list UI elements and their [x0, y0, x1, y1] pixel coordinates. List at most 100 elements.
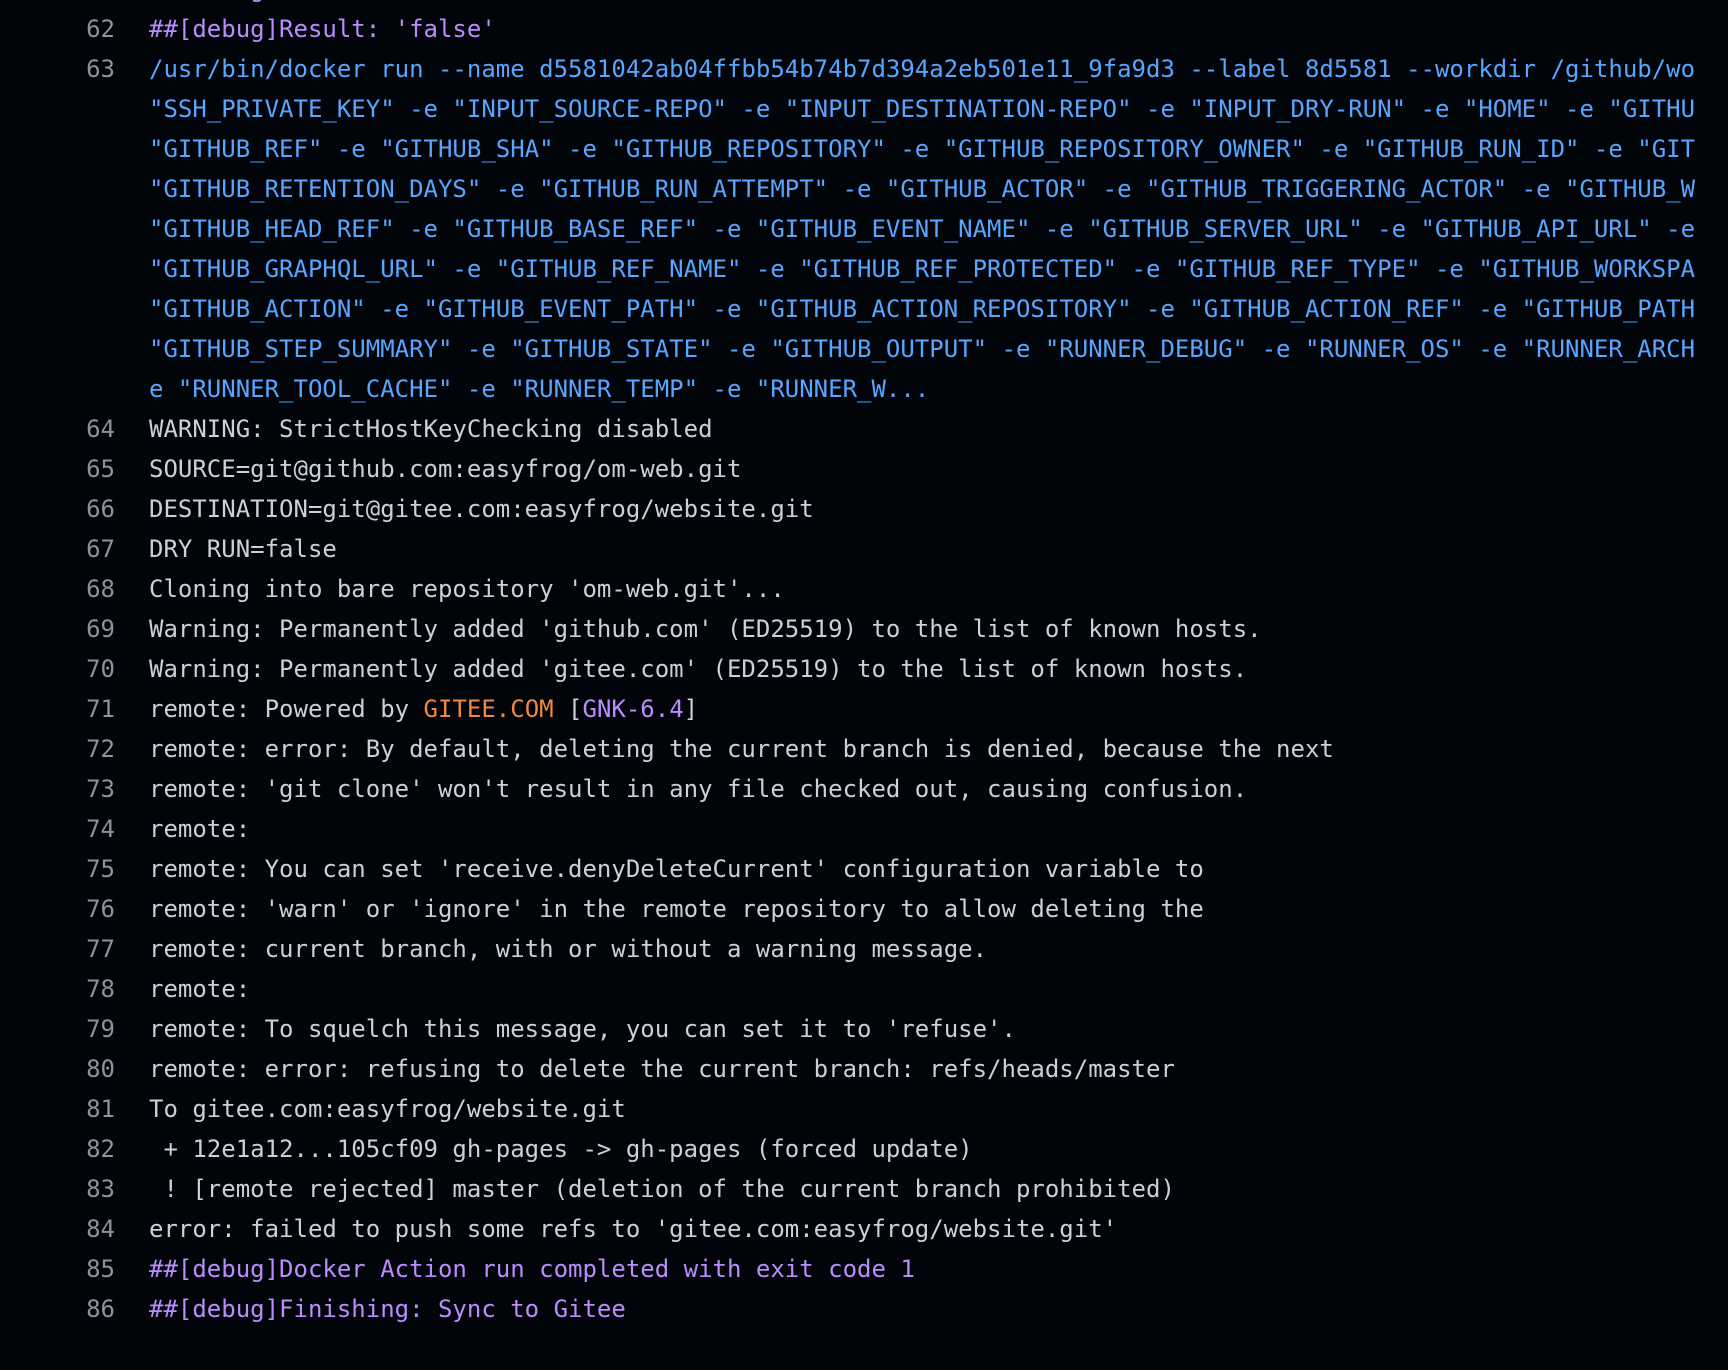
line-number-link[interactable]: 76 — [0, 889, 115, 929]
log-line-text: "GITHUB_STEP_SUMMARY" -e "GITHUB_STATE" … — [149, 329, 1695, 369]
log-line-text: Cloning into bare repository 'om-web.git… — [149, 569, 785, 609]
log-line: 80 remote: error: refusing to delete the … — [0, 1049, 1728, 1089]
log-lines: 61 ##[debug]=> 'false' 62 ##[debug]Result: … — [0, 0, 1728, 1329]
log-text-segment: GNK-6.4 — [582, 695, 684, 723]
line-number-link[interactable]: 83 — [0, 1169, 115, 1209]
line-number-link[interactable]: 64 — [0, 409, 115, 449]
line-number-link[interactable]: 72 — [0, 729, 115, 769]
log-text-segment: remote: 'git clone' won't result in any … — [149, 775, 1248, 803]
log-line-text: "GITHUB_RETENTION_DAYS" -e "GITHUB_RUN_A… — [149, 169, 1695, 209]
line-number-link[interactable]: 86 — [0, 1289, 115, 1329]
log-line: 71 remote: Powered by GITEE.COM [GNK-6.4] — [0, 689, 1728, 729]
log-line-text: Warning: Permanently added 'github.com' … — [149, 609, 1262, 649]
line-number-link[interactable]: 74 — [0, 809, 115, 849]
log-line-text: + 12e1a12...105cf09 gh-pages -> gh-pages… — [149, 1129, 973, 1169]
log-text-segment: DESTINATION=git@gitee.com:easyfrog/websi… — [149, 495, 814, 523]
line-number-link[interactable]: 77 — [0, 929, 115, 969]
log-text-segment: remote: — [149, 815, 251, 843]
log-line: 79 remote: To squelch this message, you c… — [0, 1009, 1728, 1049]
line-number-link[interactable]: 61 — [0, 0, 115, 9]
log-line-text: remote: — [149, 969, 250, 1009]
line-number-link[interactable]: 82 — [0, 1129, 115, 1169]
log-line: "GITHUB_STEP_SUMMARY" -e "GITHUB_STATE" … — [0, 329, 1728, 369]
log-line-text: "GITHUB_REF" -e "GITHUB_SHA" -e "GITHUB_… — [149, 129, 1695, 169]
log-text-segment: remote: 'warn' or 'ignore' in the remote… — [149, 895, 1204, 923]
log-text-segment: [ — [553, 695, 583, 723]
line-number-link[interactable]: 70 — [0, 649, 115, 689]
log-line-text: remote: 'warn' or 'ignore' in the remote… — [149, 889, 1204, 929]
line-number-link[interactable]: 62 — [0, 9, 115, 49]
log-line: 69 Warning: Permanently added 'github.com… — [0, 609, 1728, 649]
log-text-segment: WARNING: StrictHostKeyChecking disabled — [149, 415, 713, 443]
line-number-link[interactable]: 66 — [0, 489, 115, 529]
log-line: 85 ##[debug]Docker Action run completed w… — [0, 1249, 1728, 1289]
log-line-text: ##[debug]Docker Action run completed wit… — [149, 1249, 915, 1289]
log-text-segment: "GITHUB_GRAPHQL_URL" -e "GITHUB_REF_NAME… — [149, 255, 1696, 283]
log-line-text: remote: Powered by GITEE.COM [GNK-6.4] — [149, 689, 698, 729]
line-number-link — [0, 89, 115, 129]
line-number-link[interactable]: 84 — [0, 1209, 115, 1249]
log-line: 62 ##[debug]Result: 'false' — [0, 9, 1728, 49]
log-text-segment: remote: — [149, 975, 251, 1003]
log-line-text: "SSH_PRIVATE_KEY" -e "INPUT_SOURCE-REPO"… — [149, 89, 1695, 129]
log-line: 66 DESTINATION=git@gitee.com:easyfrog/web… — [0, 489, 1728, 529]
log-text-segment: "GITHUB_RETENTION_DAYS" -e "GITHUB_RUN_A… — [149, 175, 1696, 203]
log-line-text: SOURCE=git@github.com:easyfrog/om-web.gi… — [149, 449, 741, 489]
line-number-link[interactable]: 69 — [0, 609, 115, 649]
line-number-link[interactable]: 65 — [0, 449, 115, 489]
log-text-segment: ##[debug]Docker Action run completed wit… — [149, 1255, 915, 1283]
log-text-segment: "GITHUB_REF" -e "GITHUB_SHA" -e "GITHUB_… — [149, 135, 1696, 163]
log-line-text: DESTINATION=git@gitee.com:easyfrog/websi… — [149, 489, 814, 529]
log-line-text: remote: 'git clone' won't result in any … — [149, 769, 1247, 809]
line-number-link[interactable]: 71 — [0, 689, 115, 729]
log-line-text: remote: You can set 'receive.denyDeleteC… — [149, 849, 1204, 889]
line-number-link[interactable]: 79 — [0, 1009, 115, 1049]
line-number-link[interactable]: 73 — [0, 769, 115, 809]
log-line-text: ##[debug]Finishing: Sync to Gitee — [149, 1289, 626, 1329]
log-line-text: ! [remote rejected] master (deletion of … — [149, 1169, 1175, 1209]
log-text-segment: ##[debug]Finishing: Sync to Gitee — [149, 1295, 626, 1323]
log-text-segment: Cloning into bare repository 'om-web.git… — [149, 575, 785, 603]
log-line-text: WARNING: StrictHostKeyChecking disabled — [149, 409, 713, 449]
log-line-text: DRY RUN=false — [149, 529, 337, 569]
log-line: 82 + 12e1a12...105cf09 gh-pages -> gh-pa… — [0, 1129, 1728, 1169]
line-number-link[interactable]: 81 — [0, 1089, 115, 1129]
log-text-segment: ! [remote rejected] master (deletion of … — [149, 1175, 1175, 1203]
log-line: 65 SOURCE=git@github.com:easyfrog/om-web.… — [0, 449, 1728, 489]
log-line-text: remote: error: By default, deleting the … — [149, 729, 1334, 769]
log-line: 81 To gitee.com:easyfrog/website.git — [0, 1089, 1728, 1129]
log-line-text: "GITHUB_ACTION" -e "GITHUB_EVENT_PATH" -… — [149, 289, 1695, 329]
log-text-segment: remote: Powered by — [149, 695, 424, 723]
log-line-text: Warning: Permanently added 'gitee.com' (… — [149, 649, 1247, 689]
log-line: "SSH_PRIVATE_KEY" -e "INPUT_SOURCE-REPO"… — [0, 89, 1728, 129]
log-line-text: To gitee.com:easyfrog/website.git — [149, 1089, 626, 1129]
log-line: 78 remote: — [0, 969, 1728, 1009]
log-text-segment: + 12e1a12...105cf09 gh-pages -> gh-pages… — [149, 1135, 973, 1163]
log-text-segment: Warning: Permanently added 'github.com' … — [149, 615, 1262, 643]
log-line: 84 error: failed to push some refs to 'gi… — [0, 1209, 1728, 1249]
log-line: "GITHUB_GRAPHQL_URL" -e "GITHUB_REF_NAME… — [0, 249, 1728, 289]
log-line-text: error: failed to push some refs to 'gite… — [149, 1209, 1117, 1249]
line-number-link[interactable]: 80 — [0, 1049, 115, 1089]
log-line: e "RUNNER_TOOL_CACHE" -e "RUNNER_TEMP" -… — [0, 369, 1728, 409]
log-text-segment: "GITHUB_HEAD_REF" -e "GITHUB_BASE_REF" -… — [149, 215, 1696, 243]
log-line: 64 WARNING: StrictHostKeyChecking disable… — [0, 409, 1728, 449]
log-text-segment: remote: error: By default, deleting the … — [149, 735, 1334, 763]
log-line: 73 remote: 'git clone' won't result in an… — [0, 769, 1728, 809]
line-number-link[interactable]: 75 — [0, 849, 115, 889]
log-line: "GITHUB_ACTION" -e "GITHUB_EVENT_PATH" -… — [0, 289, 1728, 329]
log-text-segment: To gitee.com:easyfrog/website.git — [149, 1095, 626, 1123]
log-line-text: ##[debug]=> 'false' — [149, 0, 424, 9]
line-number-link[interactable]: 63 — [0, 49, 115, 89]
line-number-link[interactable]: 68 — [0, 569, 115, 609]
log-line: 75 remote: You can set 'receive.denyDelet… — [0, 849, 1728, 889]
line-number-link — [0, 169, 115, 209]
line-number-link[interactable]: 85 — [0, 1249, 115, 1289]
log-text-segment: error: failed to push some refs to 'gite… — [149, 1215, 1118, 1243]
log-text-segment: remote: current branch, with or without … — [149, 935, 988, 963]
log-text-segment: Warning: Permanently added 'gitee.com' (… — [149, 655, 1248, 683]
line-number-link[interactable]: 67 — [0, 529, 115, 569]
log-text-segment: e "RUNNER_TOOL_CACHE" -e "RUNNER_TEMP" -… — [149, 375, 930, 403]
log-text-segment: GITEE.COM — [423, 695, 554, 723]
line-number-link[interactable]: 78 — [0, 969, 115, 1009]
